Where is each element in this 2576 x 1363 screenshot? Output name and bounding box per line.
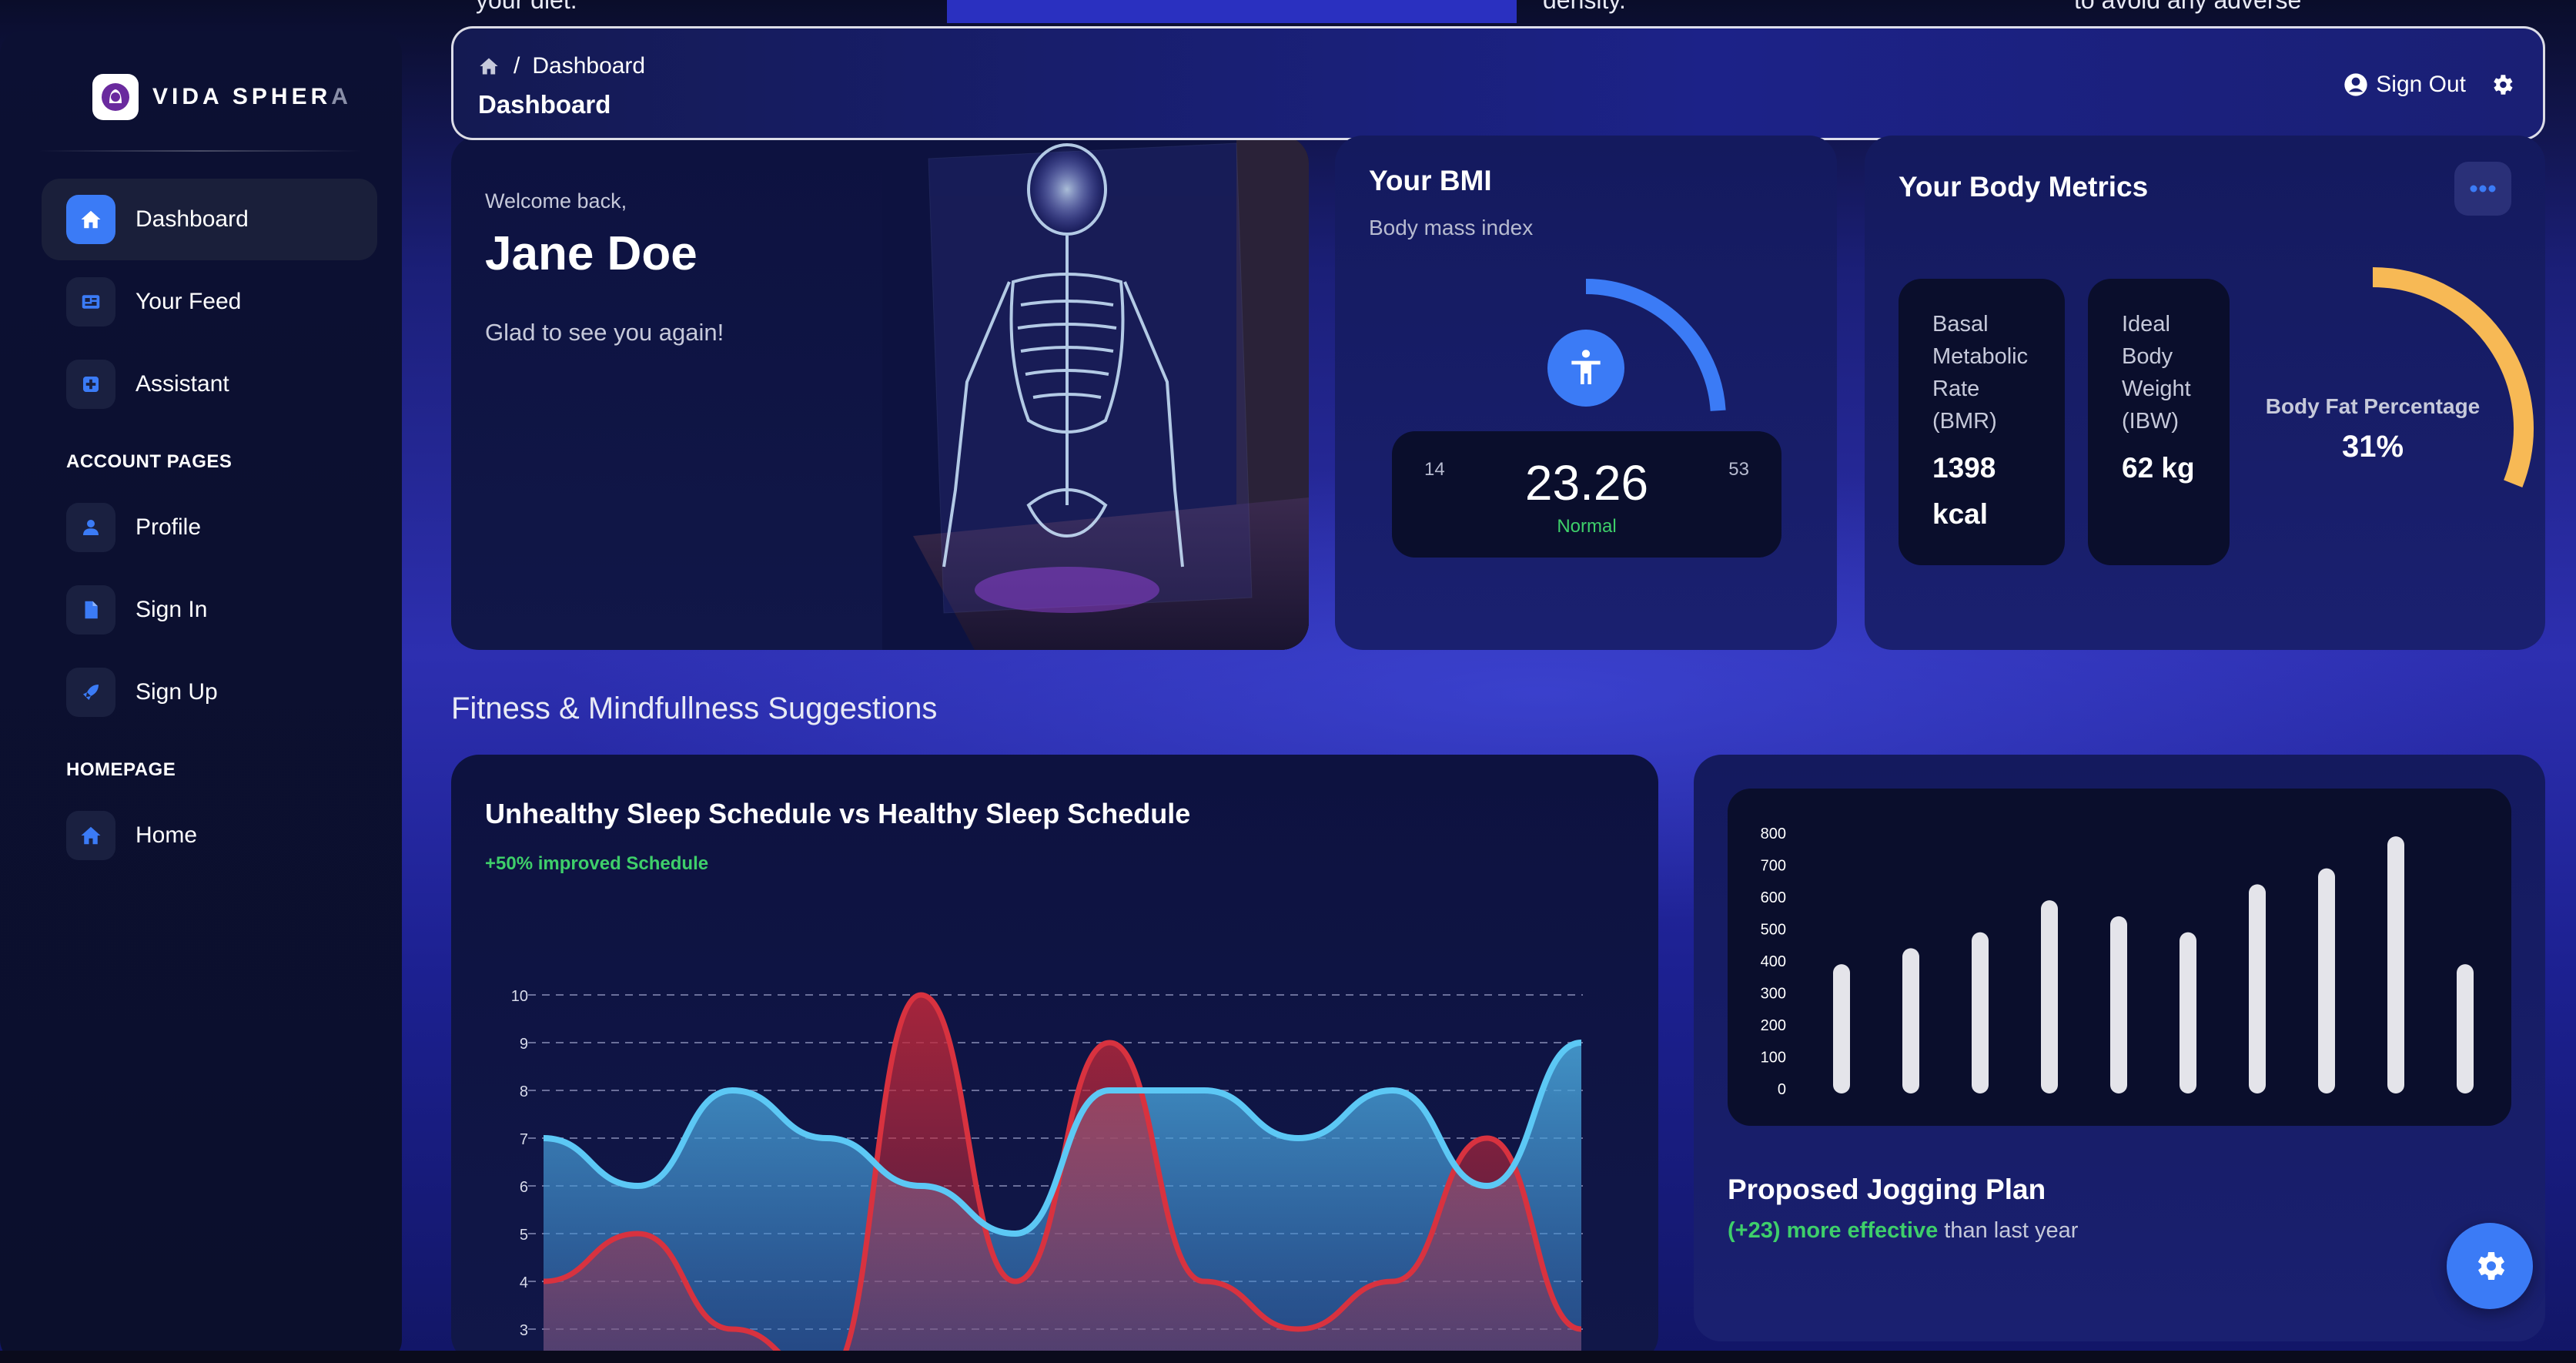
brand-name-main: VIDA SPHER — [152, 84, 332, 109]
bmi-card: Your BMI Body mass index 14 53 23.26 Nor… — [1335, 136, 1837, 650]
section-label-account: ACCOUNT PAGES — [66, 451, 233, 472]
skeleton-hologram-image — [882, 136, 1309, 650]
sidebar-item-assistant[interactable]: Assistant — [42, 343, 377, 425]
bar-y-tick: 500 — [1761, 922, 1786, 939]
brand[interactable]: VIDA SPHERA — [92, 74, 352, 120]
top-strip-highlight — [947, 0, 1517, 23]
top-strip-text-1: your diet. — [476, 0, 577, 14]
sleep-y-tick: 9 — [520, 1036, 528, 1053]
bmi-value: 23.26 — [1524, 455, 1649, 511]
body-metrics-card: Your Body Metrics Basal Metabolic Rate (… — [1865, 136, 2545, 650]
sleep-y-tick: 10 — [511, 988, 528, 1005]
brand-name: VIDA SPHERA — [152, 84, 352, 110]
sidebar-item-dashboard[interactable]: Dashboard — [42, 179, 377, 260]
section-title: Fitness & Mindfullness Suggestions — [451, 692, 938, 725]
jogging-subtitle: (+23) more effective than last year — [1728, 1218, 2078, 1244]
jogging-title: Proposed Jogging Plan — [1728, 1174, 2046, 1205]
sidebar-item-label: Assistant — [135, 371, 229, 397]
sidebar-item-sign-in[interactable]: Sign In — [42, 569, 377, 651]
jogging-bar — [2180, 932, 2196, 1093]
sleep-area-chart: 3 4 5 6 7 8 9 10 — [511, 988, 1583, 1363]
jogging-card: 0 100 200 300 400 500 600 700 800 Proposed Joggi… — [1694, 755, 2545, 1341]
jogging-bar — [1902, 948, 1919, 1093]
sidebar-item-your-feed[interactable]: Your Feed — [42, 261, 377, 343]
jogging-bar — [2387, 836, 2404, 1093]
sidebar-item-home[interactable]: Home — [42, 795, 377, 876]
sleep-y-tick: 8 — [520, 1083, 528, 1100]
home-icon — [66, 195, 115, 244]
sleep-chart-card: Unhealthy Sleep Schedule vs Healthy Slee… — [451, 755, 1658, 1363]
welcome-message: Glad to see you again! — [485, 319, 724, 346]
welcome-card: Welcome back, Jane Doe Glad to see you a… — [451, 136, 1309, 650]
jogging-bar — [2249, 884, 2266, 1093]
sidebar-item-label: Sign Up — [135, 679, 218, 705]
sleep-y-tick: 4 — [520, 1274, 528, 1291]
gear-icon[interactable] — [2489, 72, 2515, 98]
sleep-y-tick: 5 — [520, 1227, 528, 1244]
bar-y-tick: 700 — [1761, 858, 1786, 875]
brand-logo-icon — [92, 74, 139, 120]
feed-icon — [66, 277, 115, 327]
sleep-y-tick: 6 — [520, 1179, 528, 1196]
user-circle-icon — [2344, 73, 2367, 96]
bar-y-tick: 0 — [1778, 1081, 1786, 1098]
bmi-value-box: 14 53 23.26 Normal — [1392, 431, 1781, 558]
jogging-highlight: (+23) more effective — [1728, 1218, 1939, 1243]
sign-out-label: Sign Out — [2376, 72, 2466, 97]
bar-y-tick: 300 — [1761, 986, 1786, 1003]
person-icon — [66, 503, 115, 552]
jogging-bar — [2318, 868, 2335, 1093]
bar-y-tick: 100 — [1761, 1050, 1786, 1067]
section-label-homepage: HOMEPAGE — [66, 759, 176, 780]
gear-icon — [2477, 1252, 2505, 1280]
body-fat-gauge — [2372, 267, 2534, 487]
home-icon — [66, 811, 115, 860]
body-fat-label: Body Fat Percentage — [2265, 394, 2481, 418]
settings-fab-button[interactable] — [2447, 1223, 2533, 1309]
sleep-y-tick: 3 — [520, 1322, 528, 1339]
welcome-greeting: Welcome back, — [485, 189, 627, 213]
top-strip-text-3: to avoid any adverse — [2074, 0, 2302, 14]
bmi-status: Normal — [1557, 516, 1617, 537]
brand-divider — [38, 150, 362, 152]
rocket-icon — [66, 668, 115, 717]
bottom-strip — [0, 1351, 2576, 1363]
home-icon[interactable] — [478, 55, 500, 77]
bar-y-tick: 600 — [1761, 889, 1786, 906]
sidebar-item-sign-up[interactable]: Sign Up — [42, 651, 377, 733]
jogging-bar — [2041, 900, 2058, 1093]
bar-y-tick: 800 — [1761, 826, 1786, 842]
jogging-bar — [1833, 964, 1850, 1093]
bar-y-tick: 200 — [1761, 1017, 1786, 1034]
top-strip-text-2: density. — [1543, 0, 1626, 14]
top-navbar: / Dashboard Dashboard Sign Out — [451, 26, 2545, 140]
sidebar-item-profile[interactable]: Profile — [42, 487, 377, 568]
body-fat-value: 31% — [2341, 430, 2404, 464]
sidebar-item-label: Profile — [135, 514, 202, 540]
breadcrumb-current[interactable]: Dashboard — [532, 53, 645, 79]
sleep-y-tick: 7 — [520, 1131, 528, 1148]
page-title: Dashboard — [478, 90, 611, 119]
bar-y-tick: 400 — [1761, 953, 1786, 970]
accessibility-icon — [1547, 330, 1624, 407]
jogging-subtitle-rest: than last year — [1938, 1218, 2079, 1243]
jogging-bar-panel: 0 100 200 300 400 500 600 700 800 — [1728, 789, 2511, 1126]
jogging-bar-chart: 0 100 200 300 400 500 600 700 800 — [1761, 826, 2474, 1098]
sign-out-button[interactable]: Sign Out — [2343, 72, 2466, 98]
breadcrumb: / Dashboard — [478, 53, 645, 79]
jogging-bar — [2457, 964, 2474, 1093]
jogging-bar — [2110, 916, 2127, 1093]
top-cutoff-strip: your diet. density. to avoid any adverse — [400, 0, 2576, 23]
document-icon — [66, 585, 115, 635]
assistant-icon — [66, 360, 115, 409]
sidebar: VIDA SPHERA Dashboard Your Feed Assistan… — [0, 31, 402, 1363]
brand-name-fade: A — [331, 84, 352, 109]
sidebar-item-label: Sign In — [135, 597, 208, 622]
sidebar-item-label: Dashboard — [135, 206, 249, 232]
breadcrumb-separator: / — [514, 53, 520, 79]
sidebar-item-label: Your Feed — [135, 289, 242, 314]
user-name: Jane Doe — [485, 227, 698, 280]
jogging-bar — [1972, 932, 1989, 1093]
sidebar-item-label: Home — [135, 822, 198, 848]
